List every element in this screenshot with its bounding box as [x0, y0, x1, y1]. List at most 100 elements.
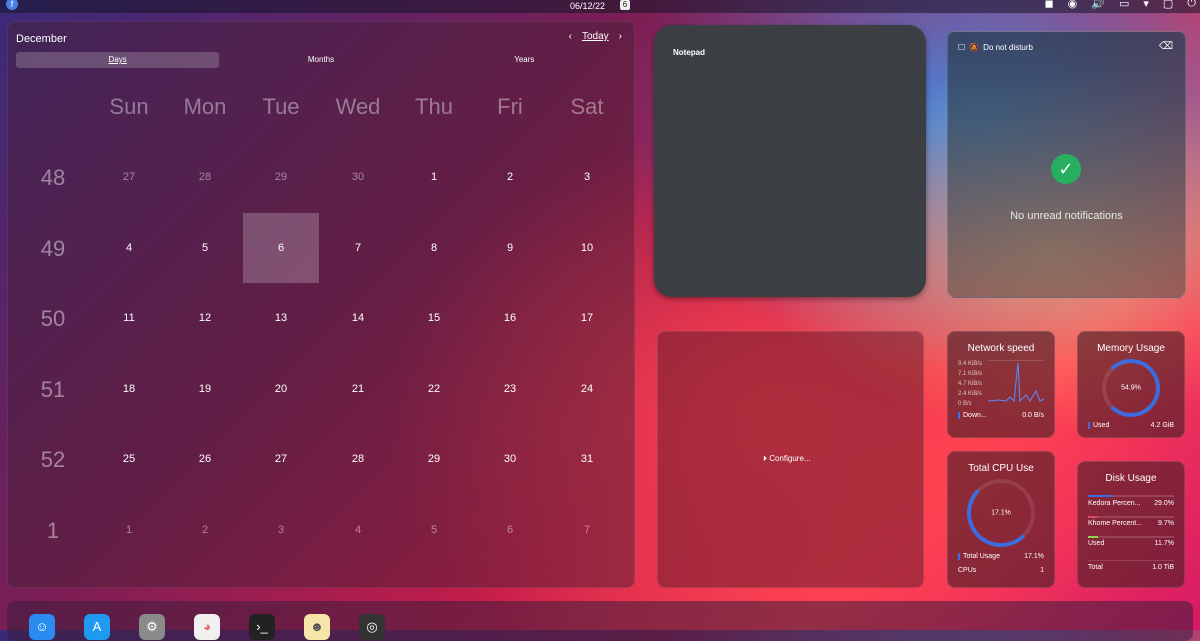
calendar-day[interactable]: 15 [396, 283, 472, 353]
unconfigured-widget: ⏵ Configure... [657, 331, 924, 588]
calendar-day[interactable]: 4 [91, 213, 167, 283]
calendar-day[interactable]: 19 [167, 354, 243, 424]
whatsapp-icon[interactable]: ◉ [1068, 0, 1078, 10]
tab-years[interactable]: Years [423, 52, 626, 68]
calendar-day[interactable]: 17 [549, 283, 625, 353]
calendar-day[interactable]: 13 [243, 283, 319, 353]
network-chart [987, 360, 1045, 403]
calendar-day[interactable]: 6 [472, 495, 548, 565]
finder-icon[interactable]: ☺ [29, 614, 55, 640]
calendar-day[interactable]: 5 [396, 495, 472, 565]
download-value: 0.0 B/s [1022, 412, 1044, 419]
calendar-day[interactable]: 27 [91, 142, 167, 212]
cpu-count-label: CPUs [958, 567, 977, 574]
calendar-day[interactable]: 30 [320, 142, 396, 212]
calendar-day[interactable]: 31 [549, 424, 625, 494]
calendar-day[interactable]: 18 [91, 354, 167, 424]
calendar-day[interactable]: 25 [91, 424, 167, 494]
calendar-day[interactable]: 14 [320, 283, 396, 353]
disk-used-bar [1088, 536, 1174, 538]
app-store-icon[interactable]: A [84, 614, 110, 640]
disk-row-value: 9.7% [1158, 520, 1174, 527]
clock-date[interactable]: 06/12/22 [570, 1, 605, 11]
disk-home-bar [1088, 516, 1174, 518]
do-not-disturb-toggle[interactable]: ☐ 🔕 Do not disturb [958, 43, 1033, 52]
calendar-day[interactable]: 16 [472, 283, 548, 353]
disk-row: Used 11.7% [1088, 540, 1174, 547]
calendar-day[interactable]: 11 [91, 283, 167, 353]
top-panel: f 06/12/22 6 ◼ ◉ 🔊 ▭ ▾ ▢ ⏻ [0, 0, 1200, 13]
disk-row-value: 29.0% [1154, 500, 1174, 507]
calendar-day[interactable]: 28 [167, 142, 243, 212]
settings-gear-icon[interactable]: ⚙ [139, 614, 165, 640]
memory-percent: 54.9% [1121, 384, 1141, 392]
disk-row-value: 1.0 TiB [1152, 564, 1174, 571]
calendar-day[interactable]: 3 [549, 142, 625, 212]
network-title: Network speed [967, 343, 1035, 354]
today-button[interactable]: Today [582, 31, 609, 42]
axis-label: 9.4 KiB/s [958, 361, 983, 367]
calendar-day[interactable]: 1 [91, 495, 167, 565]
tab-months[interactable]: Months [219, 52, 422, 68]
calendar-day[interactable]: 9 [472, 213, 548, 283]
calendar-day[interactable]: 3 [243, 495, 319, 565]
calendar-day[interactable]: 5 [167, 213, 243, 283]
calendar-day[interactable]: 26 [167, 424, 243, 494]
next-month-icon[interactable]: › [619, 31, 622, 42]
battery-icon[interactable]: ▭ [1119, 0, 1129, 10]
cpu-usage-label: Total Usage [958, 553, 1000, 560]
app-launcher-icon[interactable]: f [6, 0, 18, 10]
calendar-day[interactable]: 6 [243, 212, 319, 283]
disk-row-label: Khome Percent... [1088, 520, 1143, 527]
calendar-day[interactable]: 27 [243, 424, 319, 494]
week-number: 48 [40, 165, 66, 190]
show-desktop-icon[interactable]: ▢ [1163, 0, 1173, 10]
calendar-day[interactable]: 23 [472, 354, 548, 424]
calendar-day[interactable]: 8 [396, 213, 472, 283]
axis-label: 0 B/s [958, 401, 972, 407]
cpu-gauge: 17.1% [967, 479, 1035, 547]
notepad-widget[interactable]: Notepad [654, 25, 926, 297]
firefox-icon[interactable]: ◕ [194, 614, 220, 640]
volume-icon[interactable]: 🔊 [1091, 0, 1105, 10]
discord-icon[interactable]: ◼ [1045, 0, 1054, 10]
disk-row-label: Total [1088, 564, 1103, 571]
calendar-day[interactable]: 2 [472, 142, 548, 212]
calendar-day[interactable]: 30 [472, 424, 548, 494]
calendar-day[interactable]: 7 [320, 213, 396, 283]
weekday-header: Fri [497, 94, 523, 119]
week-number: 1 [46, 517, 60, 543]
calendar-day[interactable]: 10 [549, 213, 625, 283]
disk-usage-widget: Disk Usage Kedora Percen... 29.0% Khome … [1077, 461, 1185, 588]
previous-month-icon[interactable]: ‹ [569, 31, 572, 42]
weekday-header: Sun [109, 94, 149, 119]
tray-expand-icon[interactable]: ▾ [1143, 0, 1149, 10]
power-icon[interactable]: ⏻ [1187, 0, 1196, 10]
calendar-day[interactable]: 29 [396, 424, 472, 494]
week-number: 52 [40, 447, 66, 472]
calendar-day[interactable]: 12 [167, 283, 243, 353]
disk-title: Disk Usage [1105, 473, 1157, 484]
calendar-day[interactable]: 21 [320, 354, 396, 424]
memory-used-row: Used 4.2 GiB [1088, 422, 1174, 429]
tab-days[interactable]: Days [16, 52, 220, 68]
calendar-day[interactable]: 4 [320, 495, 396, 565]
notifications-widget: ☐ 🔕 Do not disturb ⌫ ✓ No unread notific… [947, 31, 1186, 298]
configure-button[interactable]: ⏵ Configure... [763, 454, 811, 464]
notes-icon[interactable]: ☻ [304, 614, 330, 640]
calendar-day[interactable]: 2 [167, 495, 243, 565]
calendar-day[interactable]: 28 [320, 424, 396, 494]
calendar-day[interactable]: 1 [396, 142, 472, 212]
weekday-header: Tue [262, 94, 300, 119]
calendar-day-badge[interactable]: 6 [620, 0, 630, 10]
calendar-day[interactable]: 7 [549, 495, 625, 565]
memory-usage-widget: Memory Usage 54.9% Used 4.2 GiB [1077, 331, 1185, 438]
calendar-day[interactable]: 22 [396, 354, 472, 424]
screenshot-camera-icon[interactable]: ◎ [359, 614, 385, 640]
clear-notifications-icon[interactable]: ⌫ [1159, 41, 1173, 52]
terminal-icon[interactable]: ›_ [249, 614, 275, 640]
checkbox-icon[interactable]: ☐ [958, 43, 965, 52]
calendar-day[interactable]: 20 [243, 354, 319, 424]
calendar-day[interactable]: 24 [549, 354, 625, 424]
calendar-day[interactable]: 29 [243, 142, 319, 212]
